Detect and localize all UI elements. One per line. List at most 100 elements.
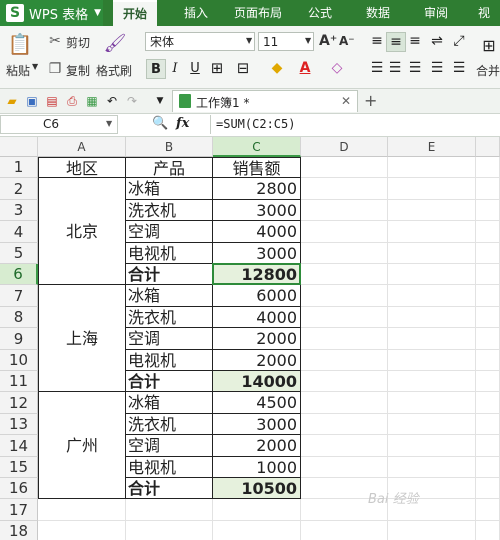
cell[interactable] xyxy=(38,499,126,521)
select-all-corner[interactable] xyxy=(0,137,38,157)
cell[interactable] xyxy=(476,157,500,178)
product-cell[interactable]: 洗衣机 xyxy=(126,307,213,328)
borders-icon[interactable]: ⊞ xyxy=(208,59,226,77)
print-preview-icon[interactable]: ▦ xyxy=(84,93,100,109)
increase-font-icon[interactable]: A⁺ xyxy=(319,33,337,49)
cell[interactable] xyxy=(476,350,500,371)
product-cell[interactable]: 电视机 xyxy=(126,243,213,264)
cell[interactable] xyxy=(476,457,500,478)
orientation-icon[interactable]: ⤢ xyxy=(450,32,468,50)
cell[interactable] xyxy=(476,478,500,499)
row-header-18[interactable]: 18 xyxy=(0,521,38,540)
cell[interactable] xyxy=(476,200,500,221)
tab-review[interactable]: 审阅 xyxy=(424,0,448,26)
sales-cell[interactable]: 4000 xyxy=(213,221,301,243)
sales-cell[interactable]: 2000 xyxy=(213,328,301,350)
column-header-a[interactable]: A xyxy=(38,137,126,157)
sales-cell[interactable]: 6000 xyxy=(213,285,301,307)
cell[interactable] xyxy=(476,178,500,200)
align-center-icon[interactable]: ☰ xyxy=(386,59,404,77)
align-left-icon[interactable]: ☰ xyxy=(368,59,386,77)
row-header-6[interactable]: 6 xyxy=(0,264,38,285)
cell[interactable] xyxy=(476,499,500,521)
scissors-icon[interactable]: ✂ xyxy=(46,32,64,50)
save-icon[interactable]: ▣ xyxy=(24,93,40,109)
cell[interactable] xyxy=(388,392,476,414)
open-folder-icon[interactable]: ▰ xyxy=(4,93,20,109)
cell[interactable] xyxy=(301,285,388,307)
cell[interactable] xyxy=(476,392,500,414)
cell[interactable] xyxy=(388,307,476,328)
column-header-e[interactable]: E xyxy=(388,137,476,157)
row-header-8[interactable]: 8 xyxy=(0,307,38,328)
column-header-d[interactable]: D xyxy=(301,137,388,157)
formula-input[interactable]: =SUM(C2:C5) xyxy=(210,115,500,134)
cell[interactable] xyxy=(126,521,213,540)
underline-icon[interactable]: U xyxy=(186,59,204,77)
row-header-1[interactable]: 1 xyxy=(0,157,38,178)
row-header-7[interactable]: 7 xyxy=(0,285,38,307)
tab-page-layout[interactable]: 页面布局 xyxy=(234,0,282,26)
undo-icon[interactable]: ↶ xyxy=(104,93,120,109)
cell[interactable] xyxy=(388,285,476,307)
zoom-icon[interactable]: 🔍 xyxy=(152,116,168,131)
cell[interactable] xyxy=(301,392,388,414)
row-header-10[interactable]: 10 xyxy=(0,350,38,371)
clear-format-icon[interactable]: ◇ xyxy=(328,59,346,77)
cell[interactable] xyxy=(388,243,476,264)
cell[interactable] xyxy=(301,307,388,328)
cell[interactable] xyxy=(213,521,301,540)
total-label-cell[interactable]: 合计 xyxy=(126,264,213,285)
product-cell[interactable]: 空调 xyxy=(126,221,213,243)
paste-icon[interactable]: 📋 xyxy=(8,32,33,56)
distribute-icon[interactable]: ☰ xyxy=(450,59,468,77)
column-header-f[interactable] xyxy=(476,137,500,157)
cell[interactable] xyxy=(388,264,476,285)
cell[interactable] xyxy=(476,414,500,435)
cell[interactable] xyxy=(388,200,476,221)
cell[interactable] xyxy=(301,457,388,478)
sales-cell[interactable]: 4000 xyxy=(213,307,301,328)
cell[interactable] xyxy=(301,243,388,264)
column-header-c[interactable]: C xyxy=(213,137,301,157)
align-right-icon[interactable]: ☰ xyxy=(406,59,424,77)
cell[interactable] xyxy=(388,521,476,540)
cell[interactable] xyxy=(213,499,301,521)
cell[interactable] xyxy=(301,414,388,435)
product-cell[interactable]: 冰箱 xyxy=(126,285,213,307)
cell[interactable] xyxy=(38,521,126,540)
total-value-cell[interactable]: 12800 xyxy=(213,264,301,285)
new-tab-icon[interactable]: + xyxy=(364,91,377,110)
cell[interactable] xyxy=(476,328,500,350)
product-cell[interactable]: 洗衣机 xyxy=(126,200,213,221)
cell[interactable] xyxy=(476,243,500,264)
sales-cell[interactable]: 1000 xyxy=(213,457,301,478)
redo-icon[interactable]: ↷ xyxy=(124,93,140,109)
chevron-down-icon[interactable]: ▼ xyxy=(152,93,168,109)
sales-cell[interactable]: 3000 xyxy=(213,243,301,264)
cell[interactable] xyxy=(476,307,500,328)
cell[interactable] xyxy=(301,521,388,540)
row-header-15[interactable]: 15 xyxy=(0,457,38,478)
cell[interactable] xyxy=(301,350,388,371)
product-cell[interactable]: 冰箱 xyxy=(126,392,213,414)
fill-color-icon[interactable]: ◆ xyxy=(268,59,286,77)
italic-icon[interactable]: I xyxy=(166,59,184,77)
chevron-down-icon[interactable]: ▼ xyxy=(305,36,311,45)
cell[interactable] xyxy=(476,371,500,392)
cell[interactable] xyxy=(388,157,476,178)
cell[interactable] xyxy=(388,414,476,435)
cell[interactable] xyxy=(388,435,476,457)
cell[interactable] xyxy=(476,285,500,307)
row-header-9[interactable]: 9 xyxy=(0,328,38,350)
column-header-b[interactable]: B xyxy=(126,137,213,157)
cell[interactable] xyxy=(476,221,500,243)
cell[interactable] xyxy=(388,457,476,478)
merge-button[interactable]: 合并 xyxy=(476,62,500,79)
align-middle-icon[interactable]: ≡ xyxy=(386,32,406,52)
cell[interactable] xyxy=(388,328,476,350)
total-label-cell[interactable]: 合计 xyxy=(126,371,213,392)
align-top-icon[interactable]: ≡ xyxy=(368,32,386,50)
print-icon[interactable]: ⎙ xyxy=(64,93,80,109)
cell[interactable] xyxy=(301,435,388,457)
